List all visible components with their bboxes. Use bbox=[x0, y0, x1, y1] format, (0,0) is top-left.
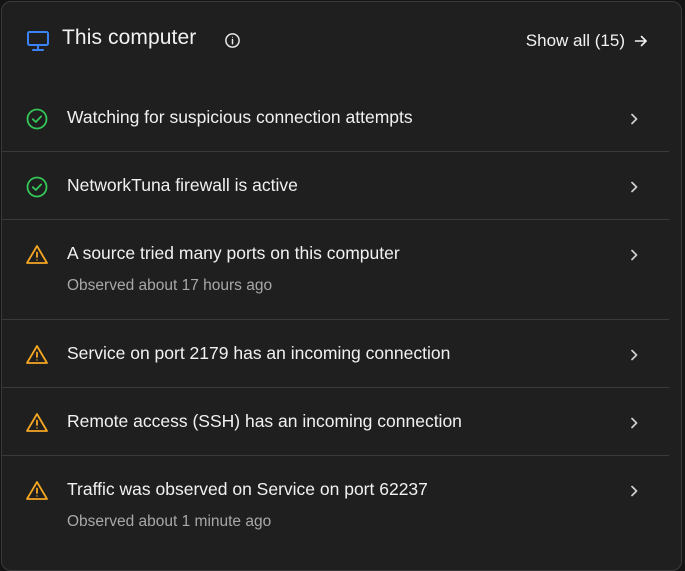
status-list-item[interactable]: NetworkTuna firewall is active bbox=[2, 152, 669, 220]
warning-triangle-icon bbox=[26, 245, 48, 264]
panel-title: This computer bbox=[62, 26, 197, 49]
check-circle-icon bbox=[26, 108, 48, 130]
check-circle-icon bbox=[26, 176, 48, 198]
status-list-item[interactable]: Remote access (SSH) has an incoming conn… bbox=[2, 388, 669, 456]
status-item-label: NetworkTuna firewall is active bbox=[67, 175, 298, 195]
chevron-right-icon bbox=[631, 249, 638, 261]
status-item-timestamp: Observed about 1 minute ago bbox=[67, 513, 272, 530]
status-list-item[interactable]: A source tried many ports on this comput… bbox=[2, 220, 669, 320]
warning-triangle-icon bbox=[26, 413, 48, 432]
status-item-label: Remote access (SSH) has an incoming conn… bbox=[67, 411, 462, 431]
chevron-right-icon bbox=[631, 349, 638, 361]
status-list-item[interactable]: Service on port 2179 has an incoming con… bbox=[2, 320, 669, 388]
status-item-label: Watching for suspicious connection attem… bbox=[67, 107, 413, 127]
panel-header: This computer Show all (15) bbox=[2, 2, 681, 82]
show-all-link[interactable]: Show all (15) bbox=[526, 31, 649, 51]
monitor-icon bbox=[27, 31, 49, 51]
warning-triangle-icon bbox=[26, 345, 48, 364]
status-list: Watching for suspicious connection attem… bbox=[2, 84, 669, 556]
computer-status-panel: This computer Show all (15) Watching for… bbox=[1, 1, 682, 571]
chevron-right-icon bbox=[631, 485, 638, 497]
status-item-label: Service on port 2179 has an incoming con… bbox=[67, 343, 451, 363]
show-all-label: Show all (15) bbox=[525, 31, 625, 50]
arrow-right-icon bbox=[634, 35, 647, 47]
status-item-label: Traffic was observed on Service on port … bbox=[67, 479, 428, 499]
info-icon[interactable] bbox=[224, 32, 241, 49]
status-list-item[interactable]: Watching for suspicious connection attem… bbox=[2, 84, 669, 152]
chevron-right-icon bbox=[631, 417, 638, 429]
status-item-label: A source tried many ports on this comput… bbox=[67, 243, 400, 263]
chevron-right-icon bbox=[631, 181, 638, 193]
status-item-timestamp: Observed about 17 hours ago bbox=[67, 277, 273, 294]
warning-triangle-icon bbox=[26, 481, 48, 500]
chevron-right-icon bbox=[631, 113, 638, 125]
status-list-item[interactable]: Traffic was observed on Service on port … bbox=[2, 456, 669, 556]
